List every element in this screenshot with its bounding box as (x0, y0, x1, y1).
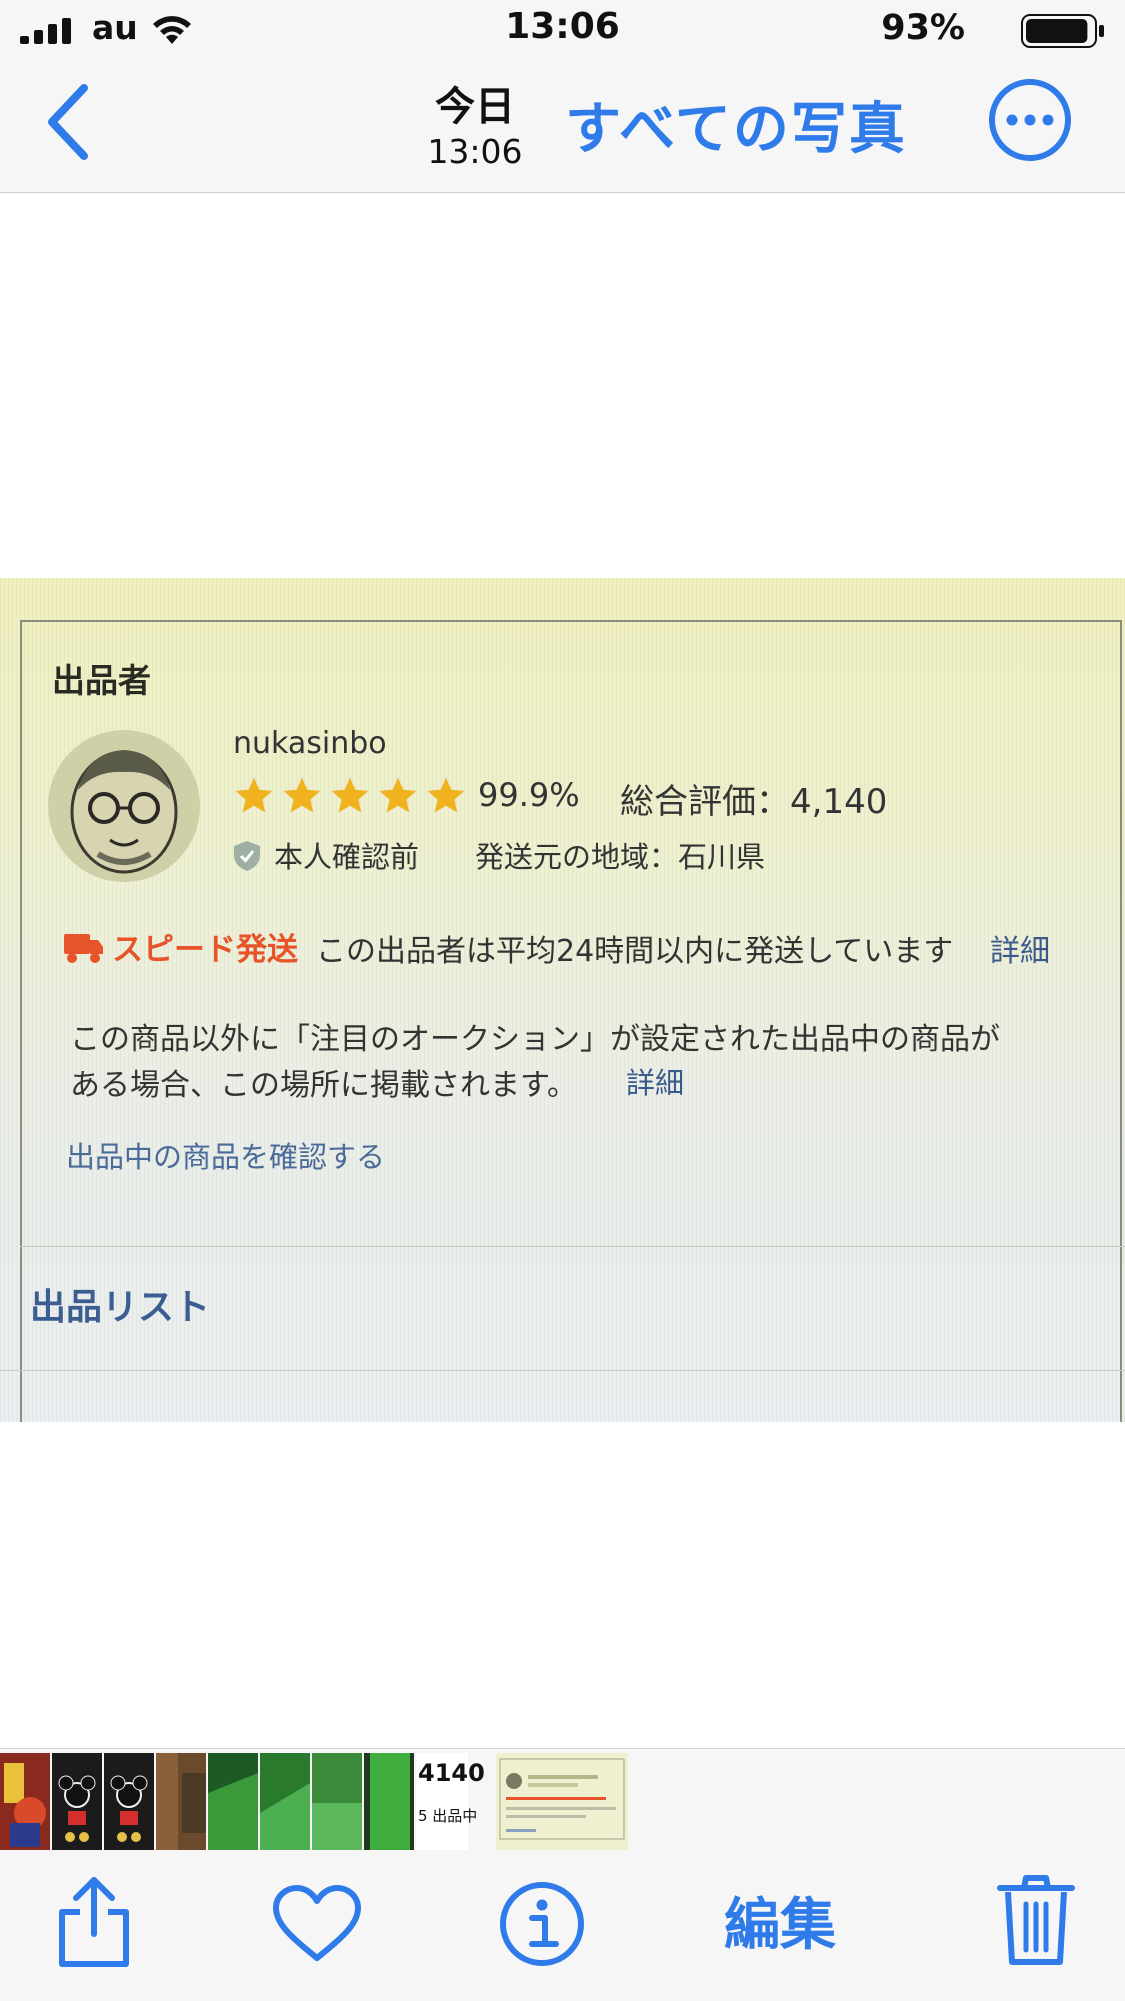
battery-icon (1021, 14, 1104, 48)
divider (20, 1246, 1125, 1247)
thumbnail[interactable] (0, 1753, 50, 1851)
total-rating: 総合評価：4,140 (620, 782, 888, 822)
nav-date: 今日 (435, 84, 515, 130)
info-icon[interactable] (498, 1880, 586, 1968)
share-icon[interactable] (56, 1874, 132, 1970)
star-icon (427, 777, 465, 813)
star-icon (235, 777, 273, 813)
star-icon (283, 777, 321, 813)
shipping-detail-link: 詳細 (990, 934, 1050, 969)
star-icon (379, 777, 417, 813)
star-icon (331, 777, 369, 813)
star-rating (232, 774, 468, 820)
bottom-toolbar: 編集 (0, 1850, 1125, 2001)
all-photos-button[interactable]: すべての写真 (565, 84, 907, 165)
nav-bar: 今日 13:06 すべての写真 (0, 60, 1125, 193)
trash-icon[interactable] (996, 1872, 1076, 1968)
thumbnail-strip[interactable]: 4140 5 出品中 (0, 1748, 1125, 1851)
thumbnail-text: 4140 (418, 1759, 485, 1787)
edit-button[interactable]: 編集 (724, 1880, 836, 1961)
thumbnail[interactable] (52, 1753, 102, 1851)
photo-viewer-image[interactable]: 出品者 nukasinbo 99.9% 総合評価：4,140 本人確認前 発送元… (0, 578, 1125, 1422)
shield-check-icon (234, 841, 260, 871)
thumbnail[interactable] (156, 1753, 206, 1851)
thumbnail[interactable] (260, 1753, 310, 1851)
notice-text-line-2: ある場合、この場所に掲載されます。 (70, 1068, 577, 1103)
rating-percent: 99.9% (478, 776, 580, 814)
heart-icon[interactable] (272, 1884, 362, 1964)
divider (0, 1370, 1125, 1371)
battery-percent: 93% (881, 8, 965, 48)
thumbnail[interactable] (364, 1753, 414, 1851)
seller-username: nukasinbo (233, 726, 387, 761)
nav-time: 13:06 (427, 132, 523, 171)
notice-detail-link: 詳細 (626, 1066, 685, 1100)
thumbnail[interactable] (104, 1753, 154, 1851)
thumbnail[interactable] (208, 1753, 258, 1851)
thumbnail-text: 5 出品中 (418, 1807, 478, 1825)
notice-text-line-1: この商品以外に「注目のオークション」が設定された出品中の商品が (70, 1022, 1000, 1057)
thumbnail-selected[interactable] (496, 1753, 628, 1851)
verification-status: 本人確認前 (274, 840, 420, 874)
speed-shipping-label: スピード発送 (112, 932, 298, 968)
truck-icon (64, 934, 103, 963)
check-listings-link: 出品中の商品を確認する (66, 1140, 386, 1174)
listing-heading: 出品リスト (30, 1287, 211, 1328)
seller-heading: 出品者 (52, 661, 151, 700)
seller-avatar (48, 730, 200, 882)
back-chevron-icon[interactable] (40, 82, 100, 162)
speed-shipping-description: この出品者は平均24時間以内に発送しています (316, 934, 954, 969)
more-options-icon[interactable] (988, 78, 1072, 162)
thumbnail[interactable] (312, 1753, 362, 1851)
status-bar: au 13:06 93% (0, 0, 1125, 60)
shipping-region: 発送元の地域：石川県 (475, 840, 766, 874)
